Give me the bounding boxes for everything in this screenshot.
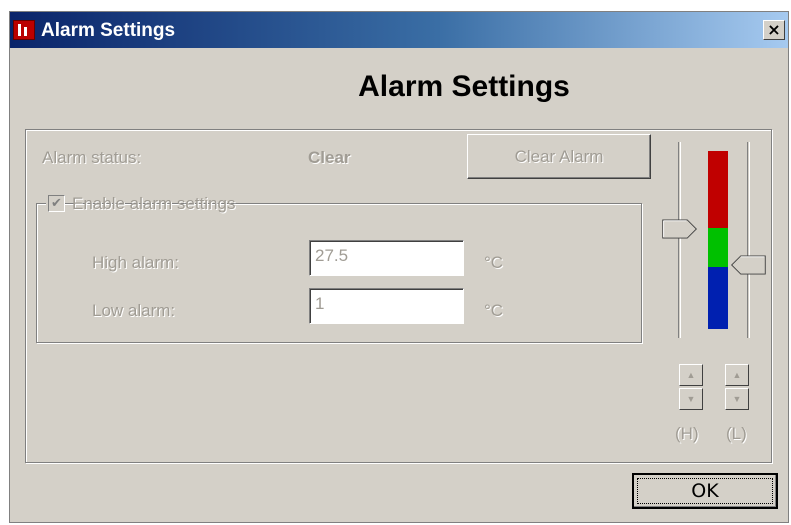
high-spinner-label: (H) bbox=[675, 424, 699, 443]
title-bar[interactable]: Alarm Settings × bbox=[10, 12, 788, 48]
enable-alarm-checkbox[interactable]: ✔ bbox=[48, 195, 65, 212]
low-alarm-slider-track[interactable] bbox=[747, 142, 750, 338]
high-alarm-slider-thumb[interactable] bbox=[661, 219, 699, 239]
high-spin-down-button[interactable]: ▼ bbox=[679, 388, 703, 410]
high-alarm-input[interactable]: 27.5 bbox=[309, 240, 464, 276]
high-zone-bar bbox=[708, 151, 728, 228]
low-alarm-unit: °C bbox=[484, 301, 504, 320]
enable-alarm-label: Enable alarm settings bbox=[72, 194, 236, 213]
high-spin-up-button[interactable]: ▲ bbox=[679, 364, 703, 386]
enable-alarm-settings-toggle[interactable]: ✔ Enable alarm settings bbox=[46, 194, 235, 215]
normal-zone-bar bbox=[708, 228, 728, 267]
low-spinner-label: (L) bbox=[726, 424, 747, 443]
ok-button[interactable]: OK bbox=[632, 473, 778, 509]
alarm-settings-window: Alarm Settings × Alarm Settings Alarm st… bbox=[9, 11, 789, 523]
low-spin-down-button[interactable]: ▼ bbox=[725, 388, 749, 410]
high-alarm-label: High alarm: bbox=[92, 253, 179, 272]
low-alarm-label: Low alarm: bbox=[92, 301, 176, 320]
close-button[interactable]: × bbox=[763, 20, 785, 40]
low-alarm-slider-thumb[interactable] bbox=[729, 255, 767, 275]
clear-alarm-button[interactable]: Clear Alarm bbox=[467, 134, 651, 179]
low-spin-up-button[interactable]: ▲ bbox=[725, 364, 749, 386]
alarm-status-value: Clear bbox=[308, 148, 351, 167]
low-alarm-input[interactable]: 1 bbox=[309, 288, 464, 324]
low-zone-bar bbox=[708, 267, 728, 329]
alarm-status-label: Alarm status: bbox=[42, 148, 142, 167]
high-spinner: ▲ ▼ bbox=[679, 364, 703, 412]
app-icon bbox=[13, 20, 35, 40]
low-spinner: ▲ ▼ bbox=[725, 364, 749, 412]
page-title: Alarm Settings bbox=[358, 70, 570, 103]
high-alarm-unit: °C bbox=[484, 253, 504, 272]
window-title: Alarm Settings bbox=[41, 20, 176, 41]
high-alarm-slider-track[interactable] bbox=[678, 142, 681, 338]
